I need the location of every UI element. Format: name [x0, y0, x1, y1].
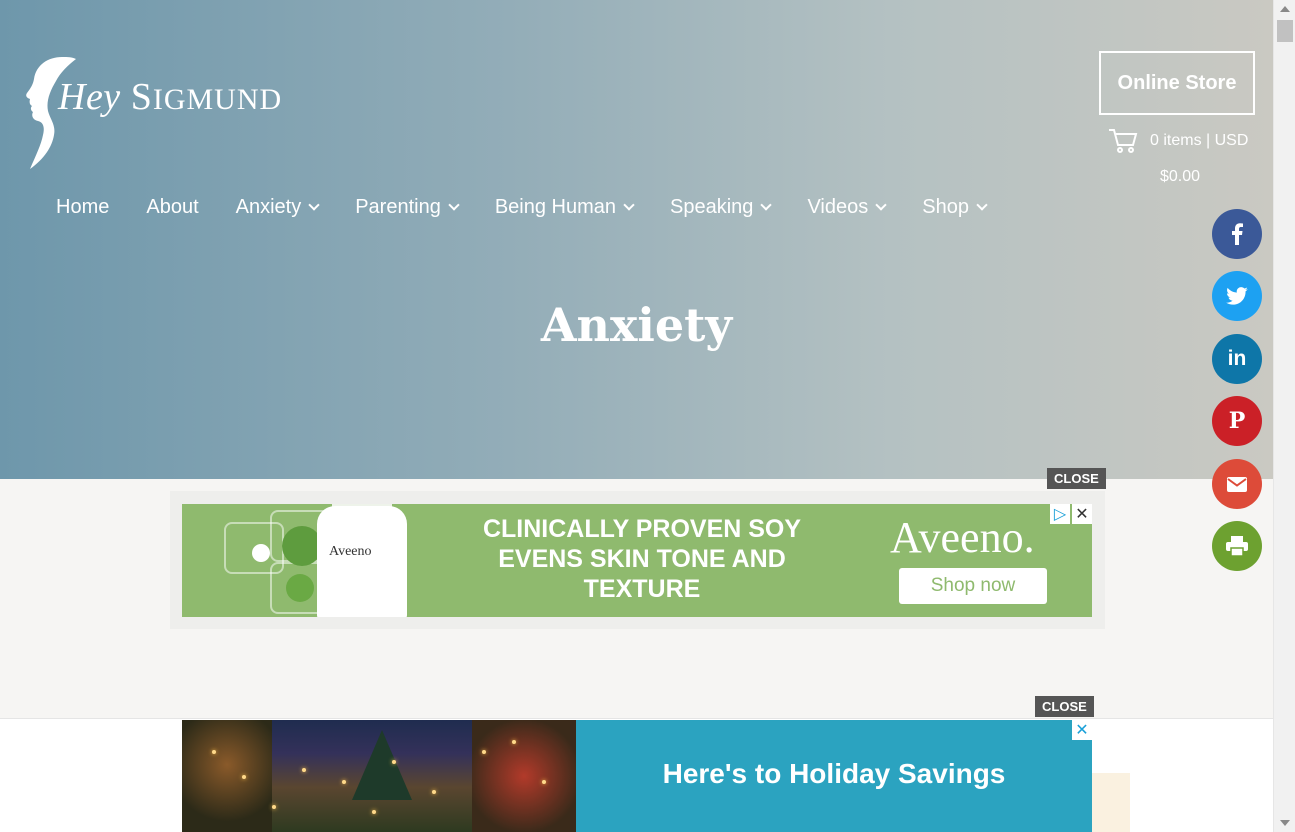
shop-now-button[interactable]: Shop now [899, 568, 1047, 604]
online-store-button[interactable]: Online Store [1099, 51, 1255, 115]
logo-sigmund-initial: S [130, 76, 153, 118]
cart-amount: $0.00 [1160, 168, 1201, 185]
adchoices-icon[interactable]: ▷ [1050, 504, 1070, 524]
facebook-icon [1232, 223, 1243, 245]
cart-widget[interactable]: 0 items | USD $0.00 [1108, 128, 1258, 185]
cream-dot [252, 544, 270, 562]
bottle-label: Aveeno [329, 544, 372, 559]
nav-item-anxiety[interactable]: Anxiety [235, 196, 320, 219]
product-bottle-image: Aveeno [317, 506, 407, 617]
light-dot [302, 768, 306, 772]
soy-bean-icon [286, 574, 314, 602]
nav-label: Anxiety [235, 196, 302, 218]
chevron-down-icon [760, 199, 773, 211]
ad-headline: CLINICALLY PROVEN SOY EVENS SKIN TONE AN… [482, 515, 802, 603]
logo-sigmund: SIGMUND [131, 76, 282, 118]
chevron-down-icon [448, 199, 460, 211]
nav-label: Home [56, 196, 110, 218]
banner-ad[interactable]: Aveeno CLINICALLY PROVEN SOY EVENS SKIN … [182, 504, 1092, 617]
sticky-banner-ad[interactable]: Here's to Holiday Savings ✕ [182, 720, 1092, 832]
scroll-up-arrow-icon[interactable] [1280, 6, 1290, 12]
nav-item-speaking[interactable]: Speaking [670, 196, 773, 219]
tree-shape [472, 720, 576, 832]
light-dot [512, 740, 516, 744]
twitter-icon [1226, 287, 1248, 305]
nav-label: Shop [922, 196, 969, 218]
light-dot [392, 760, 396, 764]
twitter-share-button[interactable] [1212, 271, 1262, 321]
background-ad [1090, 773, 1130, 832]
chevron-down-icon [623, 199, 635, 211]
nav-label: Being Human [494, 196, 617, 218]
nav-item-shop[interactable]: Shop [922, 196, 988, 219]
main-nav: Home About Anxiety Parenting Being Human… [56, 196, 1023, 219]
linkedin-share-button[interactable]: in [1212, 334, 1262, 384]
scrollbar-thumb[interactable] [1277, 20, 1293, 42]
light-dot [212, 750, 216, 754]
light-dot [542, 780, 546, 784]
hero-banner: Hey SIGMUND Online Store 0 items | USD $… [0, 0, 1273, 479]
nav-item-videos[interactable]: Videos [807, 196, 887, 219]
envelope-icon [1227, 476, 1247, 492]
logo-sigmund-rest: IGMUND [152, 83, 283, 116]
scroll-down-arrow-icon[interactable] [1280, 820, 1290, 826]
page-title: Anxiety [540, 298, 733, 352]
close-sticky-ad-button[interactable]: CLOSE [1035, 696, 1094, 717]
pinterest-icon: P [1228, 408, 1246, 434]
light-dot [342, 780, 346, 784]
soy-bean-icon [282, 526, 322, 566]
scrollbar[interactable] [1273, 0, 1295, 832]
printer-icon [1226, 536, 1248, 556]
site-logo[interactable]: Hey SIGMUND [18, 55, 308, 173]
light-dot [372, 810, 376, 814]
logo-hey: Hey [58, 76, 121, 118]
chevron-down-icon [976, 199, 988, 211]
ad-brand-logo: Aveeno. [890, 513, 1035, 562]
facebook-share-button[interactable] [1212, 209, 1262, 259]
linkedin-icon: in [1227, 347, 1247, 370]
ad-close-icon[interactable]: ✕ [1072, 504, 1092, 524]
ad-headline: Here's to Holiday Savings [662, 758, 1006, 789]
holiday-lights-photo [182, 720, 576, 832]
nav-label: Parenting [355, 196, 441, 218]
tree-shape [182, 720, 272, 832]
nav-label: About [146, 196, 199, 218]
nav-item-being-human[interactable]: Being Human [494, 196, 635, 219]
chevron-down-icon [308, 199, 320, 211]
nav-label: Speaking [670, 196, 754, 218]
cart-items: 0 items | USD [1150, 132, 1249, 149]
light-dot [272, 805, 276, 809]
nav-label: Videos [807, 196, 869, 218]
email-share-button[interactable] [1212, 459, 1262, 509]
nav-item-home[interactable]: Home [56, 196, 109, 219]
chevron-down-icon [875, 199, 887, 211]
close-ad-button[interactable]: CLOSE [1047, 468, 1106, 489]
nav-item-parenting[interactable]: Parenting [355, 196, 460, 219]
light-dot [432, 790, 436, 794]
light-dot [482, 750, 486, 754]
light-dot [242, 775, 246, 779]
print-button[interactable] [1212, 521, 1262, 571]
logo-wordmark: Hey SIGMUND [58, 75, 282, 119]
cart-icon [1109, 129, 1138, 153]
pinterest-share-button[interactable]: P [1212, 396, 1262, 446]
nav-item-about[interactable]: About [146, 196, 198, 219]
tree-shape [352, 730, 412, 800]
ad-close-icon[interactable]: ✕ [1072, 720, 1092, 740]
